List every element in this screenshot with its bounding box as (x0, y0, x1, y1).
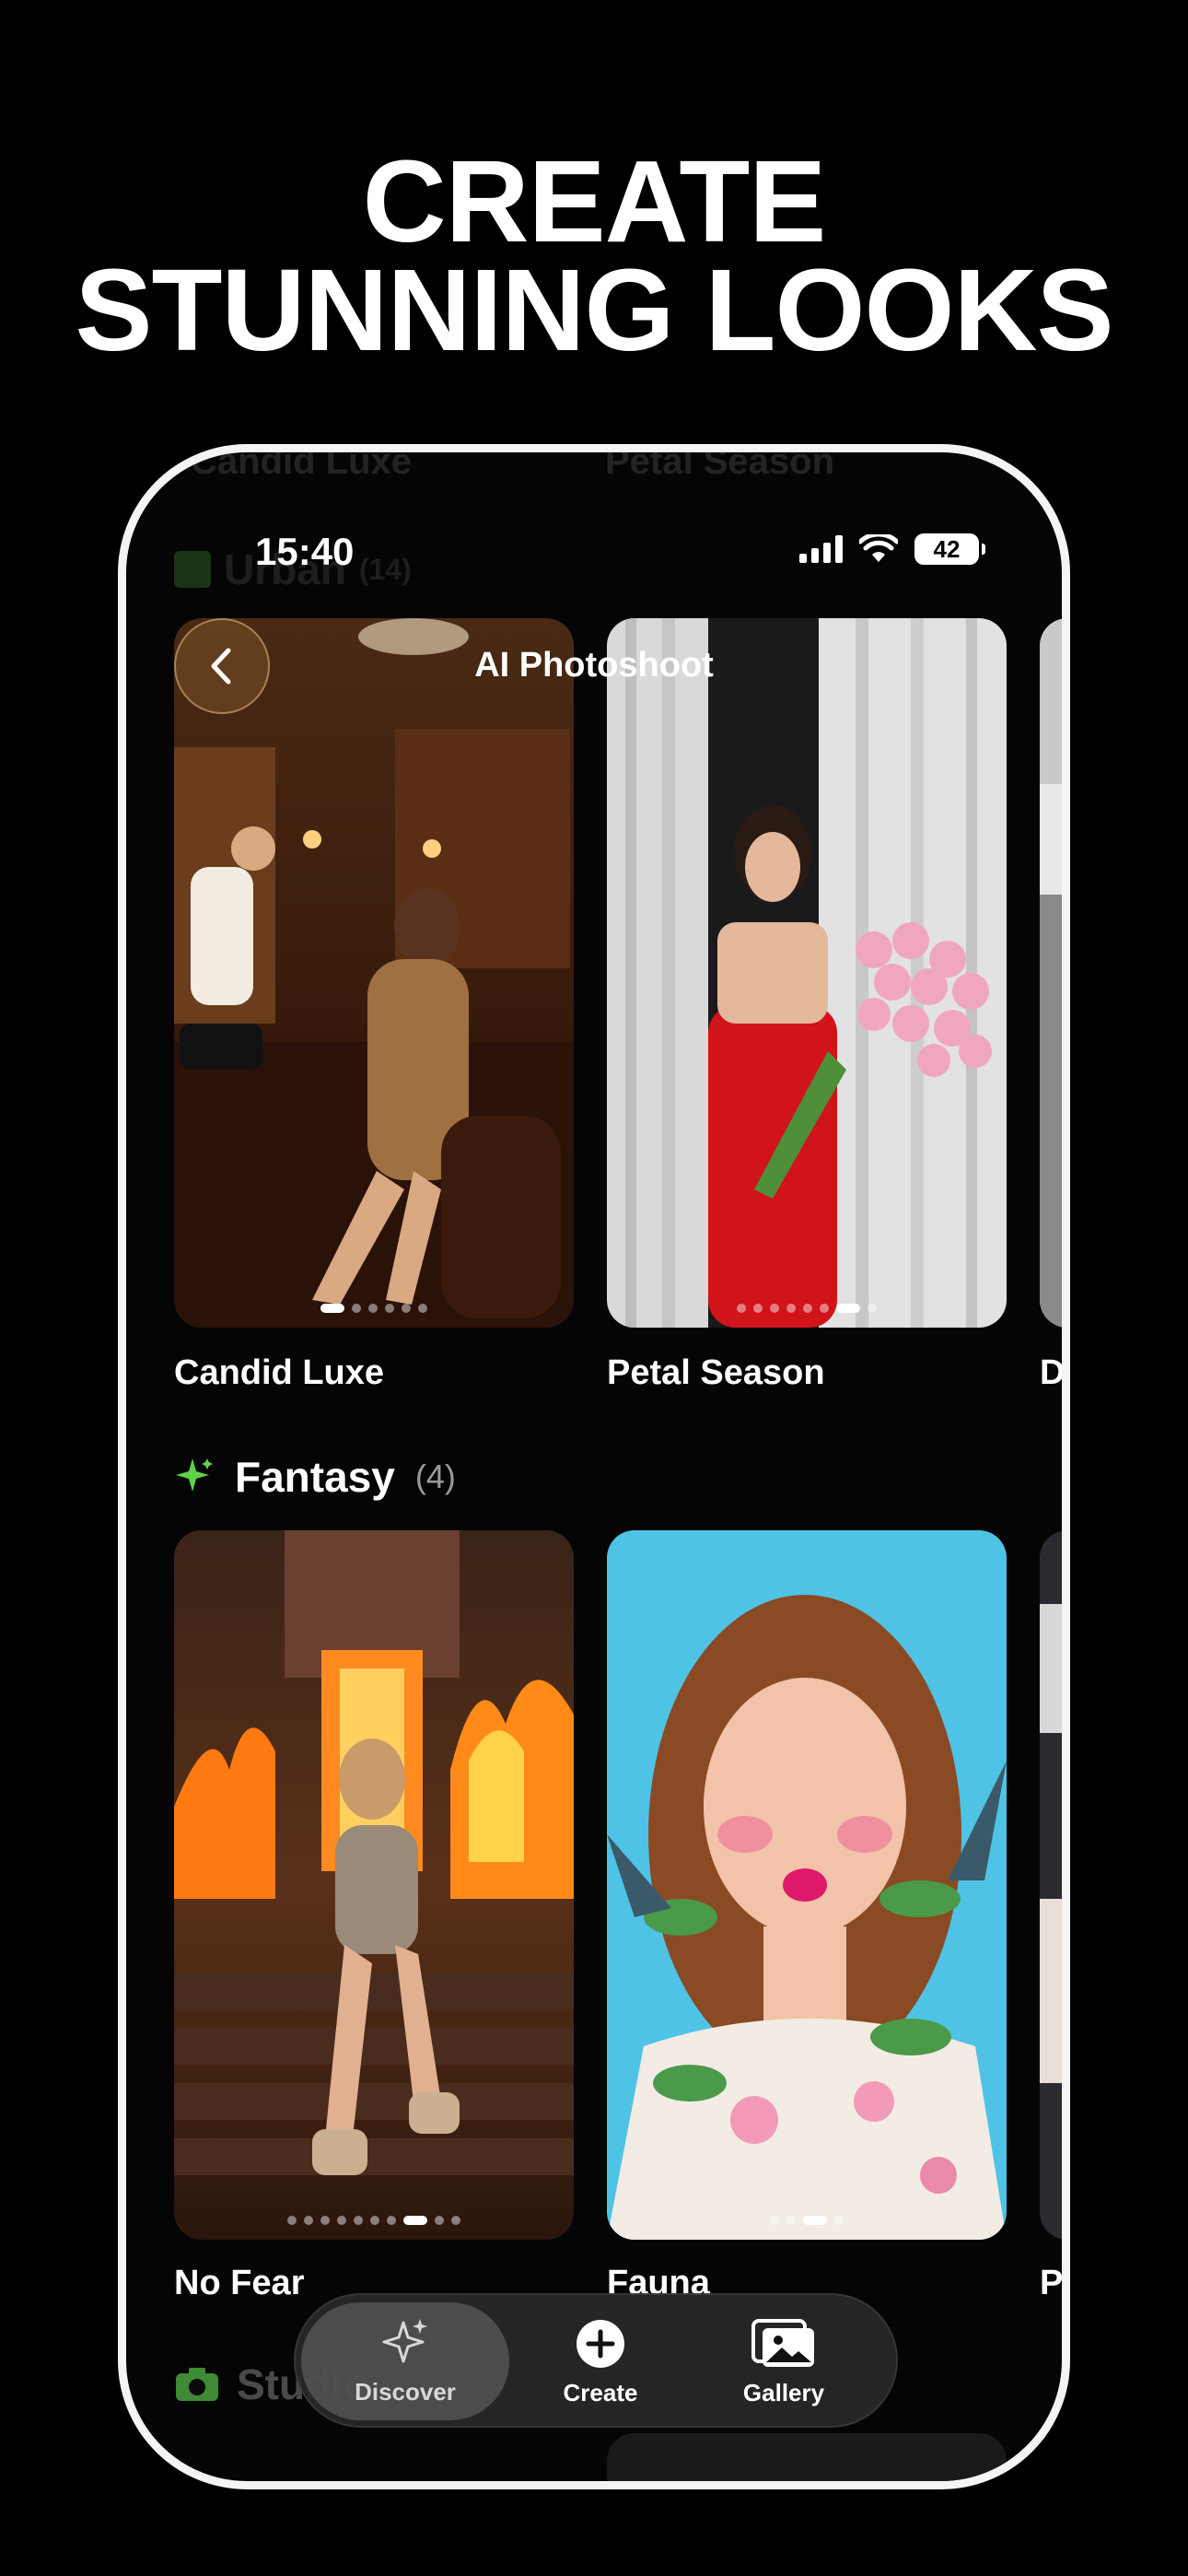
status-time: 15:40 (255, 530, 355, 573)
card-label: D (1040, 1353, 1066, 1392)
card-image (174, 1530, 574, 2240)
battery-level: 42 (933, 534, 961, 563)
nav-title: AI Photoshoot (474, 646, 714, 685)
card-page-dots (174, 2216, 574, 2225)
tab-create[interactable]: Create (513, 2295, 688, 2430)
ghost-category-icon (174, 551, 211, 588)
card-label: P (1040, 2264, 1064, 2302)
section-title: Fantasy (235, 1453, 395, 1501)
ghost-category-count: (14) (358, 552, 412, 586)
tab-gallery[interactable]: Gallery (692, 2295, 876, 2430)
section-header-fantasy: Fantasy (4) (174, 1452, 456, 1502)
card-label: Candid Luxe (174, 1353, 385, 1392)
card-label: No Fear (174, 2264, 305, 2302)
status-icons: 42 (799, 533, 985, 565)
card-page-dots (607, 2216, 1007, 2225)
sparkle-icon (176, 1458, 213, 1492)
style-card-candid-luxe[interactable] (174, 618, 574, 1328)
battery-icon: 42 (914, 533, 985, 565)
card-image (1040, 618, 1062, 1328)
style-card-partial[interactable] (1040, 618, 1062, 1328)
cellular-signal-icon (799, 535, 843, 563)
plus-circle-icon (577, 2319, 624, 2368)
card-image (607, 1530, 1007, 2240)
card-label: Petal Season (607, 1353, 825, 1392)
tab-bar: Discover Create Gallery (294, 2293, 898, 2428)
style-card-fauna[interactable] (607, 1530, 1007, 2240)
headline-line-2: STUNNING LOOKS (75, 245, 1113, 375)
sparkles-icon (382, 2318, 427, 2362)
card-image (607, 618, 1007, 1328)
card-page-dots (607, 1304, 1007, 1313)
app-screen: Candid Luxe Petal Season Urban (14) 15:4… (126, 452, 1062, 2481)
tab-label: Discover (355, 2377, 456, 2406)
ghost-next-card (607, 2433, 1007, 2481)
style-card-petal-season[interactable] (607, 618, 1007, 1328)
headline: CREATE STUNNING LOOKS (0, 136, 1188, 375)
section-count: (4) (414, 1458, 456, 1495)
nav-bar: AI Photoshoot (126, 618, 1062, 720)
card-page-dots (174, 1304, 574, 1313)
tab-discover[interactable]: Discover (301, 2302, 509, 2420)
wifi-icon (859, 534, 898, 562)
ghost-label-right: Petal Season (605, 444, 835, 482)
camera-icon (176, 2368, 218, 2401)
ghost-label-left: Candid Luxe (191, 444, 413, 482)
gallery-icon (751, 2318, 814, 2367)
phone-frame: Candid Luxe Petal Season Urban (14) 15:4… (118, 444, 1070, 2489)
style-card-no-fear[interactable] (174, 1530, 574, 2240)
card-image (1040, 1530, 1062, 2240)
headline-line-1: CREATE (362, 136, 827, 266)
style-card-partial[interactable] (1040, 1530, 1062, 2240)
tab-label: Create (563, 2378, 638, 2406)
tab-label: Gallery (742, 2378, 825, 2406)
card-image (174, 618, 574, 1328)
